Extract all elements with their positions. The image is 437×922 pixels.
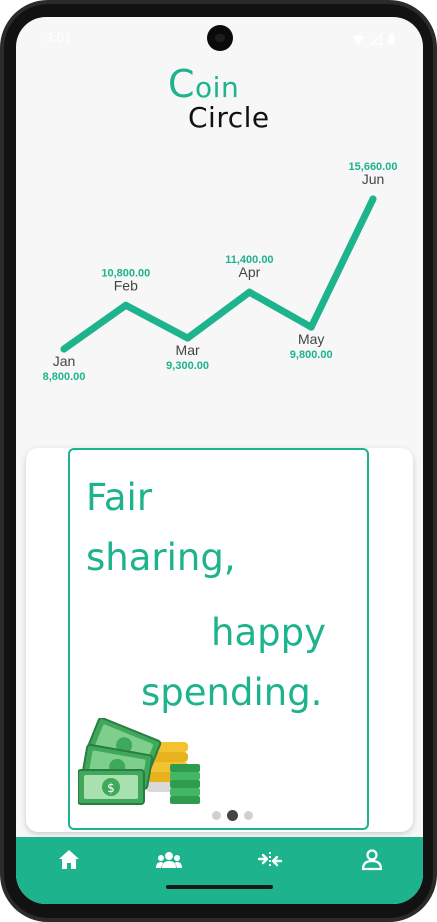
battery-icon	[388, 30, 395, 49]
x-tick-label: May	[298, 331, 324, 347]
data-label: 9,300.00	[166, 360, 209, 372]
compare-arrows-icon	[257, 852, 283, 868]
logo-coin-rest: oin	[195, 71, 240, 104]
logo-coin-initial: C	[168, 62, 196, 106]
status-icons	[352, 30, 395, 49]
data-label: 10,800.00	[101, 267, 150, 279]
carousel-dot-active[interactable]	[227, 810, 238, 821]
logo-circle: Circle	[188, 101, 270, 134]
home-icon	[59, 850, 79, 869]
data-point-jun	[369, 195, 377, 203]
monthly-spending-chart: Jan 8,800.00 Feb10,800.00 Mar 9,300.00 Apr11,…	[43, 161, 398, 383]
app-logo: Coin Circle	[168, 65, 278, 137]
bottom-navigation	[16, 837, 423, 904]
gesture-home-bar[interactable]	[166, 885, 273, 889]
svg-text:$: $	[107, 781, 115, 795]
slogan-line-2: sharing,	[86, 536, 236, 579]
nav-transfers[interactable]	[256, 847, 284, 873]
logo-coin: Coin	[168, 65, 240, 104]
nav-profile[interactable]	[358, 847, 386, 873]
signal-icon	[370, 30, 383, 49]
data-point-mar	[184, 334, 192, 342]
status-time: 3:01	[46, 30, 72, 45]
wifi-icon	[352, 30, 365, 49]
x-tick-label: Jan	[53, 353, 76, 369]
slogan-line-1: Fair	[86, 476, 153, 519]
data-point-may	[307, 323, 315, 331]
front-camera	[207, 25, 233, 51]
carousel-dot[interactable]	[244, 811, 253, 820]
carousel-dot[interactable]	[212, 811, 221, 820]
person-icon	[361, 849, 383, 871]
x-tick-label: Mar	[176, 342, 200, 358]
nav-home[interactable]	[55, 847, 83, 873]
data-point-apr	[245, 288, 253, 296]
x-tick-label: Apr	[239, 264, 261, 280]
data-label: 8,800.00	[43, 371, 86, 383]
groups-icon	[156, 852, 182, 868]
slogan-line-3: happy	[211, 611, 326, 654]
carousel-indicator	[212, 810, 253, 821]
data-label: 9,800.00	[290, 349, 333, 361]
money-stack-illustration: $	[78, 718, 200, 805]
slogan-line-4: spending.	[141, 671, 323, 714]
data-label: 15,660.00	[349, 161, 398, 173]
app-screen: 3:01 Coin Circle Jan 8,800.00 Feb 10,800.00…	[16, 17, 423, 904]
nav-groups[interactable]	[154, 847, 182, 873]
data-label: 11,400.00	[225, 254, 273, 266]
slogan-carousel[interactable]: Fair sharing, happy spending. $	[26, 448, 413, 832]
x-tick-label: Feb	[114, 277, 138, 293]
data-point-feb	[122, 301, 130, 309]
data-point-jan	[60, 345, 68, 353]
x-tick-label: Jun	[362, 171, 385, 187]
